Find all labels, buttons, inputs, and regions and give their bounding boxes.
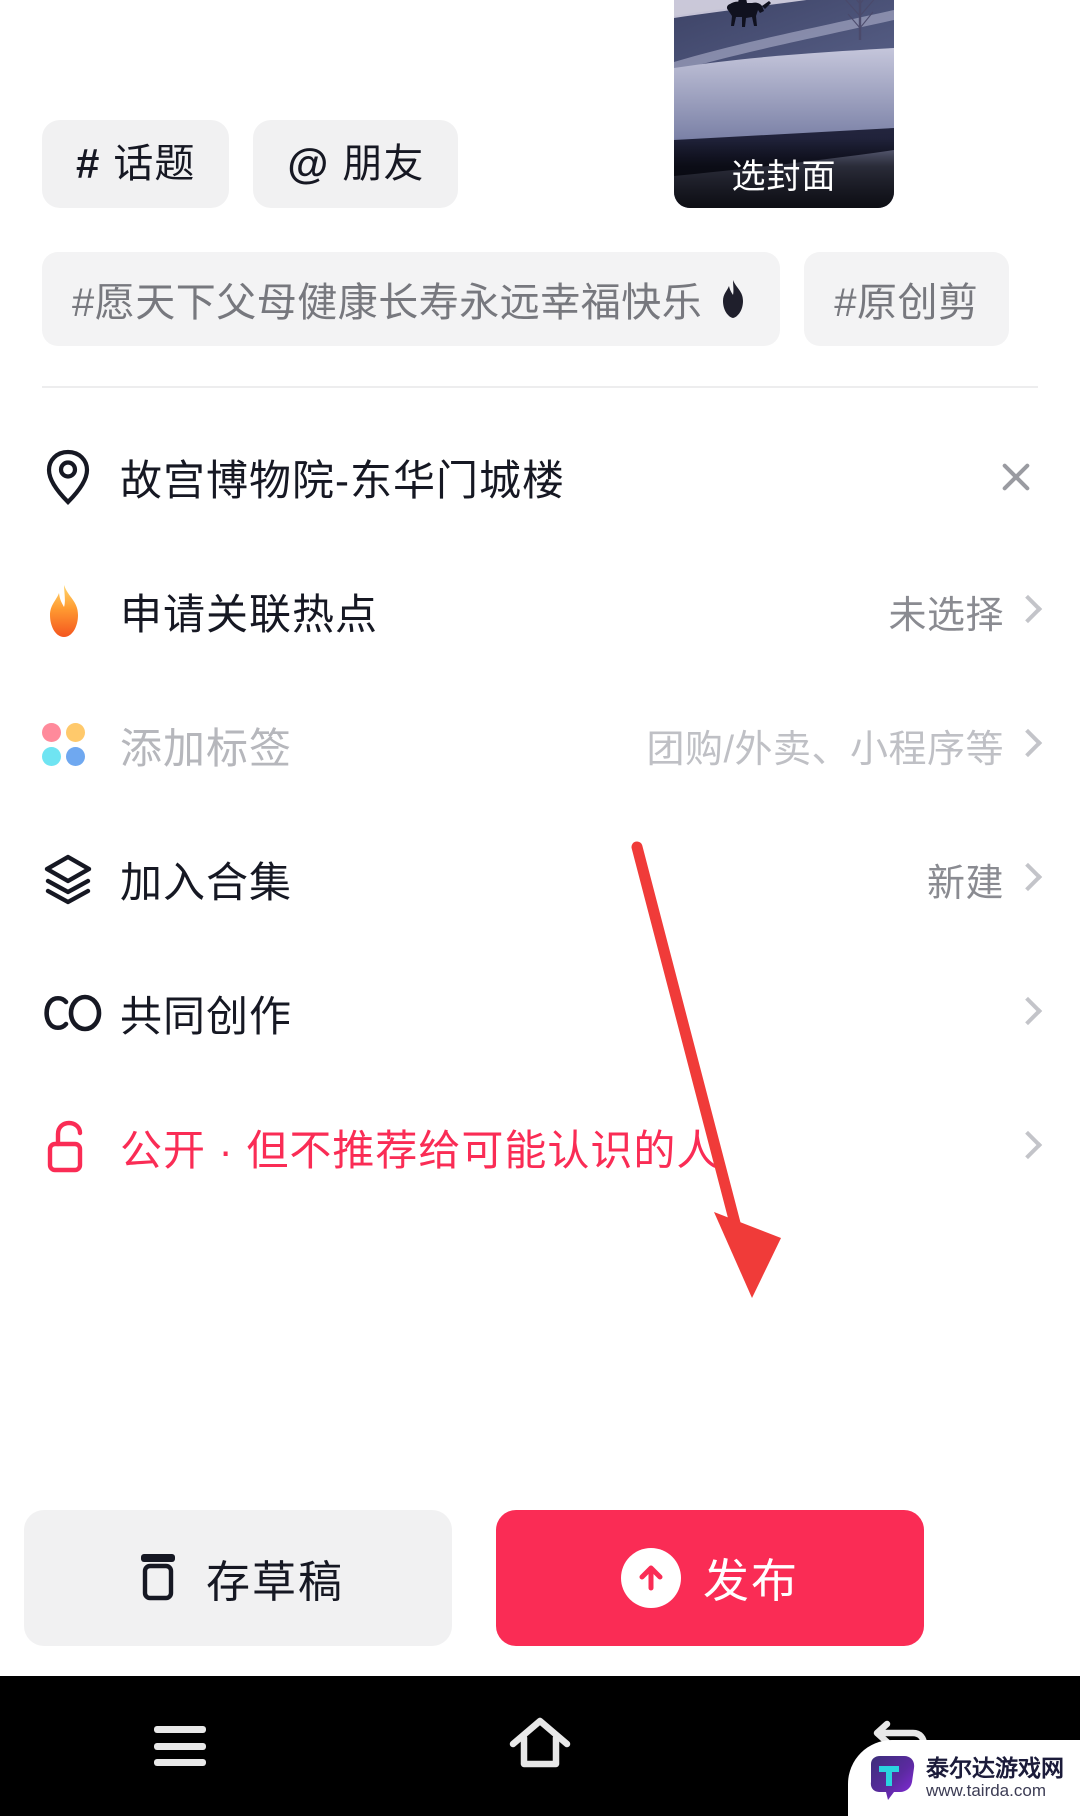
setting-row-cocreate[interactable]: 共同创作 bbox=[0, 946, 1080, 1080]
arrow-up-circle-icon bbox=[621, 1548, 681, 1608]
setting-row-privacy-label: 公开 · 但不推荐给可能认识的人 bbox=[120, 1126, 720, 1174]
select-cover-button[interactable]: 选封面 bbox=[674, 0, 894, 208]
nav-recents-button[interactable] bbox=[0, 1726, 360, 1766]
draft-box-icon bbox=[132, 1548, 184, 1609]
chevron-right-icon bbox=[1016, 592, 1038, 630]
setting-row-hotspot[interactable]: 申请关联热点 未选择 bbox=[0, 544, 1080, 678]
setting-row-add-tag[interactable]: 添加标签 团购/外卖、小程序等 bbox=[0, 678, 1080, 812]
mention-friend-button-label: 朋友 bbox=[342, 142, 425, 186]
save-draft-button[interactable]: 存草稿 bbox=[24, 1510, 452, 1646]
co-create-icon bbox=[42, 991, 104, 1035]
suggested-tag-label: #愿天下父母健康长寿永远幸福快乐 bbox=[72, 281, 703, 325]
site-watermark: 泰尔达游戏网 www.tairda.com bbox=[848, 1740, 1080, 1816]
unlock-icon bbox=[42, 1118, 104, 1176]
setting-row-collection-trailing[interactable]: 新建 bbox=[927, 852, 1038, 907]
section-divider bbox=[42, 386, 1038, 388]
setting-row-add-tag-trailing[interactable]: 团购/外卖、小程序等 bbox=[646, 718, 1038, 773]
suggested-tag-label: #原创剪 bbox=[834, 281, 979, 325]
setting-row-collection[interactable]: 加入合集 新建 bbox=[0, 812, 1080, 946]
four-dots-icon bbox=[42, 723, 104, 767]
topic-button[interactable]: # 话题 bbox=[42, 120, 230, 208]
select-cover-label: 选封面 bbox=[674, 138, 894, 208]
bottom-action-bar: 存草稿 发布 bbox=[0, 1480, 1080, 1676]
setting-row-hotspot-value: 未选择 bbox=[888, 594, 1004, 637]
setting-row-privacy[interactable]: 公开 · 但不推荐给可能认识的人 bbox=[0, 1080, 1080, 1214]
post-settings-list: 故宫博物院-东华门城楼 申请关联热点 未选择 添加标签 团购/外卖、小程序等 加… bbox=[0, 410, 1080, 1214]
chevron-right-icon bbox=[1016, 860, 1038, 898]
home-icon bbox=[507, 1716, 573, 1777]
topic-button-label: 话题 bbox=[113, 142, 196, 186]
publish-post-screen: # 话题 @ 朋友 选封面 #愿天下父母健康长寿永远幸福快乐 #原创剪 故宫博物… bbox=[0, 0, 1080, 1816]
suggested-tag-pill[interactable]: #原创剪 bbox=[804, 252, 1009, 346]
setting-row-cocreate-label: 共同创作 bbox=[120, 992, 293, 1040]
chevron-right-icon bbox=[1016, 1128, 1038, 1166]
setting-row-add-tag-value: 团购/外卖、小程序等 bbox=[646, 728, 1004, 771]
tairda-logo-icon bbox=[866, 1752, 918, 1804]
suggested-tag-pill[interactable]: #愿天下父母健康长寿永远幸福快乐 bbox=[42, 252, 781, 346]
setting-row-hotspot-label: 申请关联热点 bbox=[120, 590, 379, 638]
close-icon[interactable] bbox=[994, 455, 1038, 499]
setting-row-location[interactable]: 故宫博物院-东华门城楼 bbox=[0, 410, 1080, 544]
save-draft-label: 存草稿 bbox=[206, 1558, 344, 1607]
composer-top-area: # 话题 @ 朋友 选封面 bbox=[0, 0, 1080, 232]
composer-action-chips: # 话题 @ 朋友 bbox=[42, 120, 459, 208]
setting-row-location-trailing[interactable] bbox=[994, 455, 1038, 499]
suggested-tags-row[interactable]: #愿天下父母健康长寿永远幸福快乐 #原创剪 bbox=[0, 252, 1080, 348]
setting-row-collection-label: 加入合集 bbox=[120, 858, 293, 906]
layers-icon bbox=[42, 853, 104, 905]
watermark-text: 泰尔达游戏网 www.tairda.com bbox=[926, 1755, 1064, 1802]
setting-row-location-label: 故宫博物院-东华门城楼 bbox=[120, 456, 565, 504]
mention-friend-button[interactable]: @ 朋友 bbox=[253, 120, 459, 208]
flame-icon bbox=[716, 279, 750, 319]
nav-home-button[interactable] bbox=[360, 1716, 720, 1777]
watermark-url: www.tairda.com bbox=[926, 1781, 1046, 1801]
chevron-right-icon bbox=[1016, 726, 1038, 764]
publish-button[interactable]: 发布 bbox=[496, 1510, 924, 1646]
watermark-title: 泰尔达游戏网 bbox=[926, 1754, 1064, 1781]
publish-label: 发布 bbox=[703, 1555, 799, 1607]
setting-row-add-tag-label: 添加标签 bbox=[120, 724, 293, 772]
at-icon: @ bbox=[287, 140, 329, 187]
location-pin-icon bbox=[42, 448, 104, 506]
setting-row-cocreate-trailing[interactable] bbox=[1016, 994, 1038, 1032]
flame-icon bbox=[42, 583, 104, 639]
chevron-right-icon bbox=[1016, 994, 1038, 1032]
setting-row-collection-value: 新建 bbox=[926, 862, 1004, 905]
setting-row-privacy-trailing[interactable] bbox=[1016, 1128, 1038, 1166]
setting-row-hotspot-trailing[interactable]: 未选择 bbox=[888, 584, 1038, 639]
recents-menu-icon bbox=[154, 1726, 206, 1766]
hash-icon: # bbox=[76, 140, 100, 187]
